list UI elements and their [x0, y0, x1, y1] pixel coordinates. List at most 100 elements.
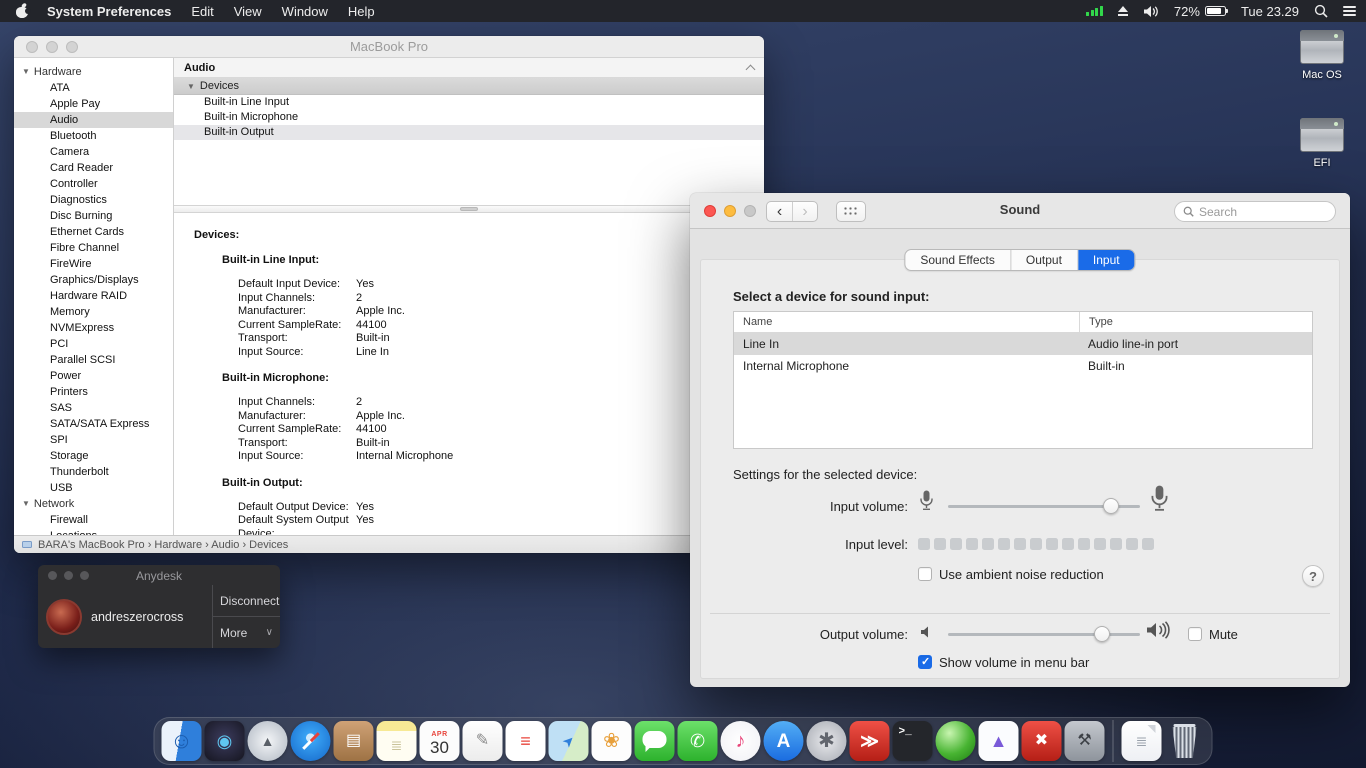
sidebar-item-audio[interactable]: Audio — [14, 112, 173, 128]
sidebar-item-apple-pay[interactable]: Apple Pay — [14, 96, 173, 112]
table-header[interactable]: Name Type — [734, 312, 1312, 333]
menu-item-window[interactable]: Window — [272, 4, 338, 19]
sidebar-item-graphics-displays[interactable]: Graphics/Displays — [14, 272, 173, 288]
desktop-icon-efi[interactable]: EFI — [1284, 118, 1360, 169]
dock-itunes-icon[interactable]: ♪ — [721, 721, 761, 761]
close-button[interactable] — [704, 205, 716, 217]
device-row-built-in-line-input[interactable]: Built-in Line Input — [174, 95, 764, 110]
sidebar-item-thunderbolt[interactable]: Thunderbolt — [14, 464, 173, 480]
disclosure-triangle-icon[interactable]: ▼ — [187, 82, 195, 91]
dock-document-icon[interactable]: ≣ — [1122, 721, 1162, 761]
disclosure-triangle-icon[interactable]: ▼ — [22, 64, 30, 80]
splitter[interactable] — [174, 205, 764, 213]
show-all-button[interactable] — [836, 201, 866, 222]
sidebar-item-firewall[interactable]: Firewall — [14, 512, 173, 528]
column-header-type[interactable]: Type — [1079, 312, 1312, 332]
sidebar-item-sas[interactable]: SAS — [14, 400, 173, 416]
output-volume-slider[interactable] — [948, 633, 1140, 636]
output-volume-slider-thumb[interactable] — [1094, 626, 1110, 642]
menu-app-name[interactable]: System Preferences — [37, 4, 181, 19]
signal-bars-icon[interactable] — [1086, 6, 1103, 16]
sidebar-group-network[interactable]: ▼ Network — [14, 496, 173, 512]
disclosure-triangle-icon[interactable]: ▼ — [22, 496, 30, 512]
dock-red-cross-app-icon[interactable]: ✖ — [1022, 721, 1062, 761]
sidebar-item-ethernet-cards[interactable]: Ethernet Cards — [14, 224, 173, 240]
dock-launchpad-icon[interactable]: ▲ — [248, 721, 288, 761]
devices-tree-header[interactable]: ▼ Devices — [174, 78, 764, 95]
sidebar-item-nvmexpress[interactable]: NVMExpress — [14, 320, 173, 336]
search-field[interactable] — [1174, 201, 1336, 222]
device-row-built-in-microphone[interactable]: Built-in Microphone — [174, 110, 764, 125]
menu-item-edit[interactable]: Edit — [181, 4, 223, 19]
dock-app-store-icon[interactable]: A — [764, 721, 804, 761]
battery-indicator[interactable]: 72% — [1174, 4, 1226, 19]
menu-item-help[interactable]: Help — [338, 4, 385, 19]
sidebar-item-locations[interactable]: Locations — [14, 528, 173, 535]
dock-reminders-icon[interactable]: ≡ — [506, 721, 546, 761]
sidebar-group-hardware[interactable]: ▼ Hardware — [14, 64, 173, 80]
sidebar-item-storage[interactable]: Storage — [14, 448, 173, 464]
zoom-button[interactable] — [66, 41, 78, 53]
dock-notes-icon[interactable]: ≣ — [377, 721, 417, 761]
show-volume-checkbox[interactable] — [918, 655, 932, 669]
ambient-noise-label[interactable]: Use ambient noise reduction — [939, 567, 1104, 582]
sidebar-item-disc-burning[interactable]: Disc Burning — [14, 208, 173, 224]
splitter-handle[interactable] — [460, 207, 478, 211]
system-information-titlebar[interactable]: MacBook Pro — [14, 36, 764, 58]
dock-green-sphere-app-icon[interactable] — [936, 721, 976, 761]
sidebar-item-spi[interactable]: SPI — [14, 432, 173, 448]
sidebar-item-pci[interactable]: PCI — [14, 336, 173, 352]
ambient-noise-checkbox[interactable] — [918, 567, 932, 581]
dock-contacts-icon[interactable]: ▤ — [334, 721, 374, 761]
dock-calendar-icon[interactable]: APR30 — [420, 721, 460, 761]
help-button[interactable]: ? — [1302, 565, 1324, 587]
sidebar-item-power[interactable]: Power — [14, 368, 173, 384]
sidebar-item-printers[interactable]: Printers — [14, 384, 173, 400]
tab-sound-effects[interactable]: Sound Effects — [905, 250, 1011, 270]
sidebar-item-bluetooth[interactable]: Bluetooth — [14, 128, 173, 144]
close-button[interactable] — [26, 41, 38, 53]
collapse-chevron-icon[interactable] — [746, 64, 756, 74]
dock-maps-icon[interactable]: ➤ — [549, 721, 589, 761]
sidebar-item-fibre-channel[interactable]: Fibre Channel — [14, 240, 173, 256]
dock-finder-icon[interactable]: ☺ — [162, 721, 202, 761]
sidebar-item-controller[interactable]: Controller — [14, 176, 173, 192]
sidebar-item-usb[interactable]: USB — [14, 480, 173, 496]
more-button[interactable]: More ∨ — [213, 617, 280, 648]
input-volume-slider[interactable] — [948, 505, 1140, 508]
dock-terminal-icon[interactable]: >_ — [893, 721, 933, 761]
eject-icon[interactable] — [1118, 6, 1128, 16]
dock-safari-icon[interactable] — [291, 721, 331, 761]
dock-photos-icon[interactable]: ❀ — [592, 721, 632, 761]
sidebar-item-camera[interactable]: Camera — [14, 144, 173, 160]
dock-system-preferences-icon[interactable]: ✱ — [807, 721, 847, 761]
sidebar-item-parallel-scsi[interactable]: Parallel SCSI — [14, 352, 173, 368]
sidebar-item-hardware-raid[interactable]: Hardware RAID — [14, 288, 173, 304]
menu-item-view[interactable]: View — [224, 4, 272, 19]
dock-facetime-icon[interactable]: ✆ — [678, 721, 718, 761]
forward-button[interactable]: › — [792, 202, 817, 221]
sidebar-item-card-reader[interactable]: Card Reader — [14, 160, 173, 176]
dock-siri-icon[interactable]: ◉ — [205, 721, 245, 761]
disconnect-button[interactable]: Disconnect — [213, 585, 280, 617]
column-header-name[interactable]: Name — [734, 312, 1079, 332]
search-icon[interactable] — [1314, 4, 1328, 18]
zoom-button[interactable] — [744, 205, 756, 217]
menu-clock[interactable]: Tue 23.29 — [1241, 4, 1299, 19]
dock-messages-icon[interactable] — [635, 721, 675, 761]
device-table-row[interactable]: Internal MicrophoneBuilt-in — [734, 355, 1312, 377]
apple-menu[interactable] — [10, 3, 37, 19]
sidebar-item-diagnostics[interactable]: Diagnostics — [14, 192, 173, 208]
tab-input[interactable]: Input — [1078, 250, 1135, 270]
dock-trash-icon[interactable] — [1165, 721, 1205, 761]
tab-output[interactable]: Output — [1011, 250, 1078, 270]
sidebar-item-ata[interactable]: ATA — [14, 80, 173, 96]
menu-list-icon[interactable] — [1343, 4, 1356, 19]
mute-checkbox[interactable] — [1188, 627, 1202, 641]
sidebar-item-firewire[interactable]: FireWire — [14, 256, 173, 272]
desktop-icon-mac-os[interactable]: Mac OS — [1284, 30, 1360, 81]
dock-textedit-icon[interactable]: ✎ — [463, 721, 503, 761]
device-row-built-in-output[interactable]: Built-in Output — [174, 125, 764, 140]
show-volume-label[interactable]: Show volume in menu bar — [939, 655, 1089, 670]
anydesk-titlebar[interactable]: Anydesk — [38, 565, 280, 585]
